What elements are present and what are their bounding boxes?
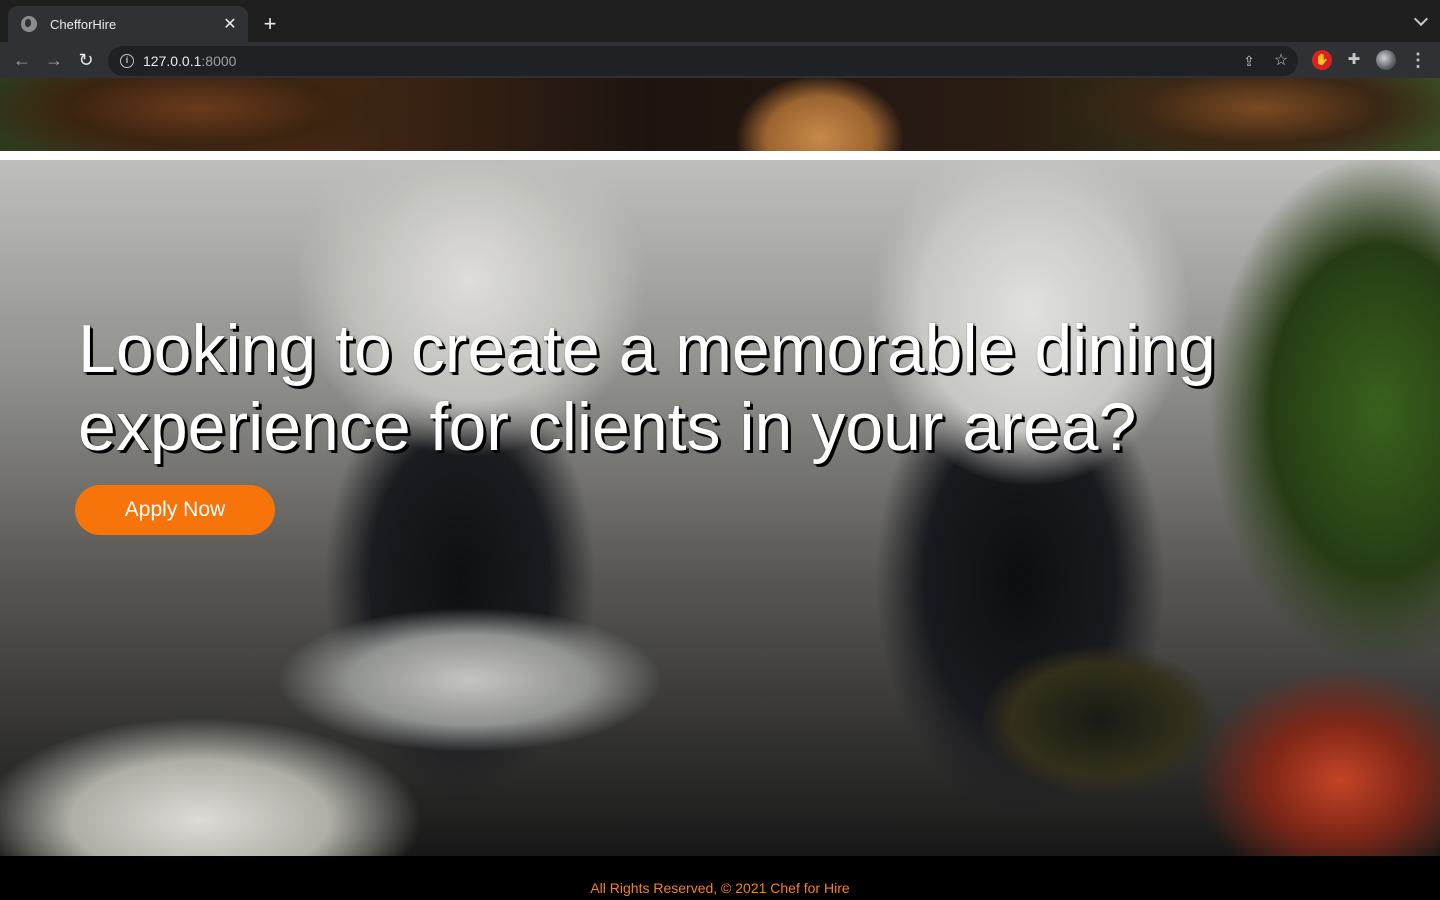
hero-headline: Looking to create a memorable dining exp…	[78, 311, 1216, 465]
bookmark-star-icon[interactable]: ☆	[1272, 52, 1290, 70]
top-banner-image	[0, 78, 1440, 151]
back-arrow-icon[interactable]: ←	[10, 48, 34, 72]
reload-icon[interactable]: ↻	[74, 48, 98, 72]
site-info-icon[interactable]: i	[120, 54, 134, 68]
extension-stop-icon[interactable]: ✋	[1312, 50, 1332, 70]
tab-search-chevron-icon[interactable]	[1413, 11, 1429, 27]
browser-menu-icon[interactable]: ⋮	[1408, 50, 1428, 70]
new-tab-button[interactable]: +	[258, 11, 282, 37]
url-port: :8000	[201, 53, 237, 69]
close-tab-icon[interactable]: ✕	[220, 14, 240, 34]
footer-copyright: All Rights Reserved, © 2021 Chef for Hir…	[590, 880, 850, 896]
browser-tab[interactable]: ChefforHire ✕	[8, 6, 248, 42]
hero-section: Looking to create a memorable dining exp…	[0, 160, 1440, 856]
banner-divider	[0, 151, 1440, 160]
extensions-puzzle-icon[interactable]: ✚	[1344, 50, 1364, 70]
profile-avatar[interactable]	[1376, 50, 1396, 70]
address-bar[interactable]: i 127.0.0.1:8000 ⇪ ☆	[108, 46, 1298, 76]
page-footer: All Rights Reserved, © 2021 Chef for Hir…	[0, 856, 1440, 900]
forward-arrow-icon[interactable]: →	[42, 48, 66, 72]
tab-title: ChefforHire	[50, 16, 117, 32]
url-host: 127.0.0.1	[143, 53, 202, 69]
page-viewport: Looking to create a memorable dining exp…	[0, 78, 1440, 900]
globe-icon	[21, 16, 37, 32]
browser-toolbar: ← → ↻ i 127.0.0.1:8000 ⇪ ☆ ✋ ✚ ⋮	[0, 42, 1440, 78]
browser-tab-bar: ChefforHire ✕ +	[0, 0, 1440, 42]
apply-now-button[interactable]: Apply Now	[75, 485, 275, 535]
share-icon[interactable]: ⇪	[1240, 52, 1258, 70]
